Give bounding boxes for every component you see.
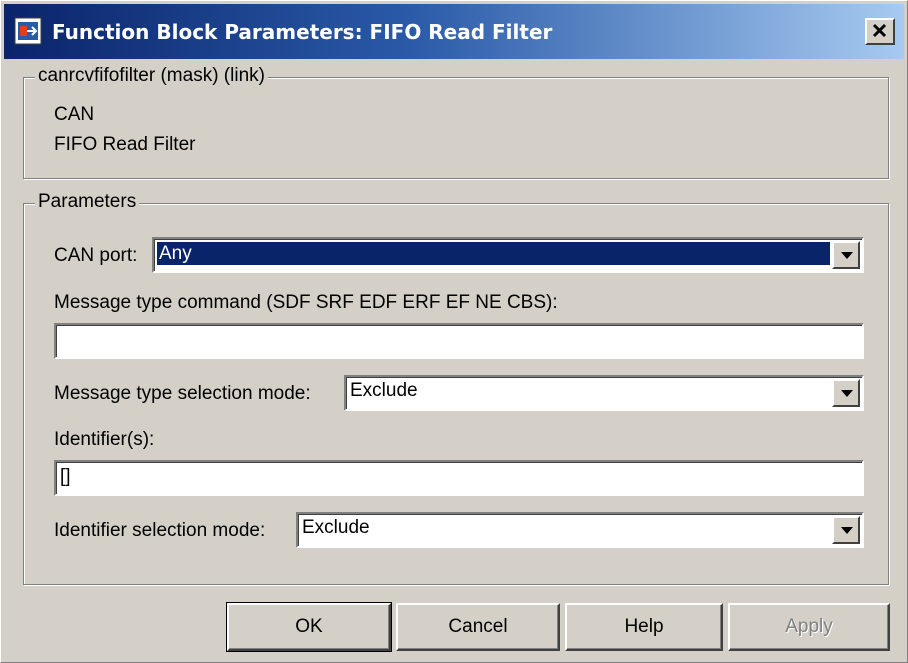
message-type-mode-dropdown[interactable]: Exclude	[344, 375, 864, 411]
cancel-button[interactable]: Cancel	[396, 603, 560, 651]
title-bar[interactable]: Function Block Parameters: FIFO Read Fil…	[4, 4, 904, 59]
message-type-command-input[interactable]	[54, 323, 864, 359]
ok-button[interactable]: OK	[226, 602, 392, 652]
mask-description-line-2: FIFO Read Filter	[54, 134, 196, 155]
identifier-mode-dropdown[interactable]: Exclude	[296, 512, 864, 548]
close-button[interactable]	[865, 18, 895, 45]
mask-description-group	[23, 77, 889, 179]
chevron-down-icon[interactable]	[832, 241, 860, 269]
message-type-command-label: Message type command (SDF SRF EDF ERF EF…	[54, 292, 558, 313]
can-port-value: Any	[157, 242, 830, 265]
chevron-down-icon[interactable]	[832, 516, 860, 544]
message-type-mode-label: Message type selection mode:	[54, 383, 311, 404]
chevron-down-icon[interactable]	[832, 379, 860, 407]
identifier-mode-value: Exclude	[302, 517, 370, 538]
apply-button[interactable]: Apply	[728, 603, 890, 651]
close-x-icon	[872, 23, 887, 38]
identifiers-label: Identifier(s):	[54, 429, 155, 450]
parameters-legend: Parameters	[35, 191, 140, 213]
dialog-window: Function Block Parameters: FIFO Read Fil…	[0, 0, 908, 663]
mask-description-line-1: CAN	[54, 104, 95, 125]
identifier-mode-label: Identifier selection mode:	[54, 520, 266, 541]
message-type-mode-value: Exclude	[350, 380, 418, 401]
simulink-block-icon	[14, 17, 42, 45]
can-port-dropdown[interactable]: Any	[152, 237, 864, 273]
can-port-label: CAN port:	[54, 245, 138, 266]
help-button[interactable]: Help	[565, 603, 723, 651]
mask-group-legend: canrcvfifofilter (mask) (link)	[35, 65, 268, 87]
identifiers-input[interactable]: []	[54, 460, 864, 496]
window-title: Function Block Parameters: FIFO Read Fil…	[52, 20, 553, 44]
identifiers-value: []	[60, 466, 71, 487]
